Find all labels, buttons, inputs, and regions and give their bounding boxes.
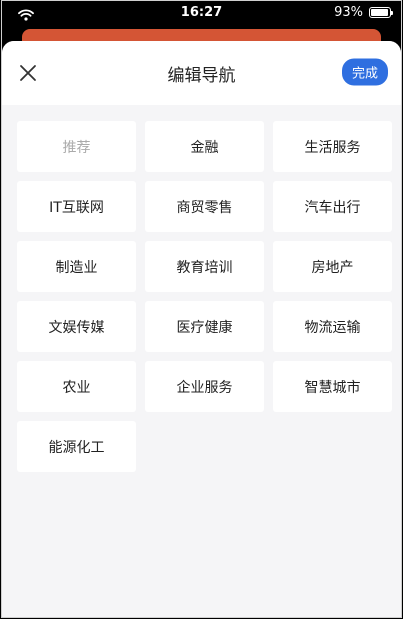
module-tile[interactable]: 汽车出行 (273, 181, 392, 232)
module-label: 房地产 (311, 259, 354, 276)
module-tile[interactable]: 医疗健康 (145, 301, 264, 352)
status-bar: 16:27 93% (2, 1, 401, 25)
module-grid: 推荐 金融 生活服务 IT互联网 商贸零售 汽车出行 制造业 教育培训 房地产 … (17, 121, 392, 472)
module-label: 金融 (190, 139, 219, 156)
module-tile[interactable]: 文娱传媒 (17, 301, 136, 352)
module-tile[interactable]: 金融 (145, 121, 264, 172)
module-label: 生活服务 (304, 139, 361, 156)
module-tile[interactable]: 智慧城市 (273, 361, 392, 412)
module-label: 农业 (62, 379, 91, 396)
sheet-header: 编辑导航 完成 (2, 41, 401, 105)
module-label: 制造业 (55, 259, 98, 276)
module-tile[interactable]: 物流运输 (273, 301, 392, 352)
module-label: 推荐 (62, 139, 91, 156)
module-label: 能源化工 (48, 439, 105, 456)
module-tile[interactable]: 生活服务 (273, 121, 392, 172)
module-tile[interactable]: 商贸零售 (145, 181, 264, 232)
module-label: 企业服务 (176, 379, 233, 396)
module-tile[interactable]: IT互联网 (17, 181, 136, 232)
module-tile[interactable]: 企业服务 (145, 361, 264, 412)
module-label: 文娱传媒 (48, 319, 105, 336)
module-tile: 推荐 (17, 121, 136, 172)
phone-frame: 16:27 93% 编辑导航 完成 拖动模块排序 推荐 金融 生活服务 IT互联… (1, 0, 402, 618)
done-button[interactable]: 完成 (341, 58, 388, 86)
module-tile[interactable]: 农业 (17, 361, 136, 412)
module-label: 智慧城市 (304, 379, 361, 396)
module-label: 物流运输 (304, 319, 361, 336)
module-label: IT互联网 (49, 199, 104, 216)
module-tile[interactable]: 教育培训 (145, 241, 264, 292)
module-label: 教育培训 (176, 259, 233, 276)
module-tile[interactable]: 房地产 (273, 241, 392, 292)
battery-icon (369, 7, 393, 18)
module-label: 商贸零售 (176, 199, 233, 216)
module-label: 医疗健康 (176, 319, 233, 336)
battery-percent: 93% (334, 5, 363, 20)
module-label: 汽车出行 (304, 199, 361, 216)
module-tile[interactable]: 能源化工 (17, 421, 136, 472)
module-tile[interactable]: 制造业 (17, 241, 136, 292)
